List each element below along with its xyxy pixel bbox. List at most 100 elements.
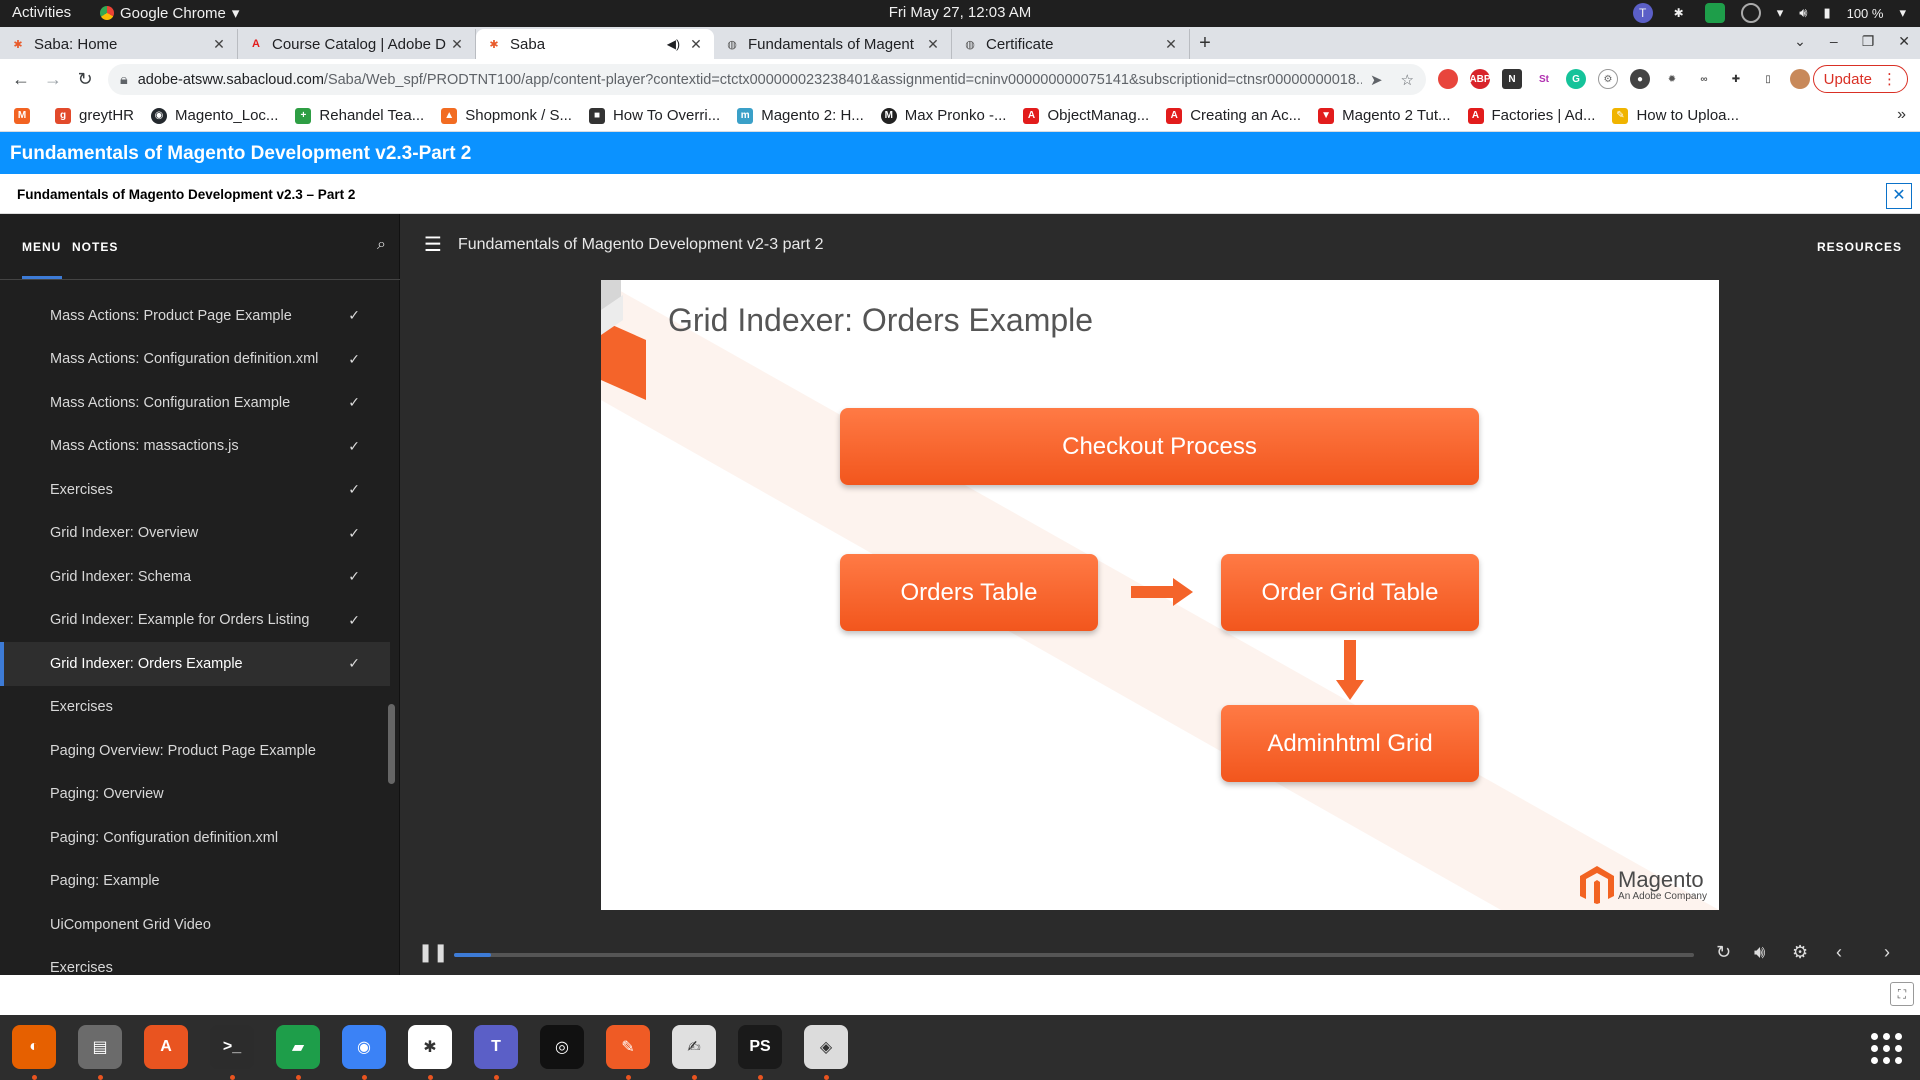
minimize-icon[interactable]: – [1830,33,1838,50]
clock[interactable]: Fri May 27, 12:03 AM [889,4,1032,21]
camera-dock-icon[interactable]: ◎ [540,1025,584,1069]
adblock-icon[interactable]: ABP [1469,69,1491,89]
tab-saba-home[interactable]: ✱ Saba: Home ✕ [0,29,238,59]
previous-slide-icon[interactable]: ‹ [1836,942,1842,963]
close-tab-icon[interactable]: ✕ [925,36,941,53]
forward-icon[interactable]: → [38,69,68,90]
bookmark-item[interactable]: ▼ Magento 2 Tut... [1318,107,1451,124]
show-applications-icon[interactable] [1871,1033,1902,1064]
close-player-button[interactable]: ✕ [1886,183,1912,209]
tab-course-catalog[interactable]: A Course Catalog | Adobe D ✕ [238,29,476,59]
extensions-puzzle-icon[interactable]: ✚ [1726,69,1746,89]
teams-dock-icon[interactable]: T [474,1025,518,1069]
extension-heart-icon[interactable] [1438,69,1458,89]
more-bookmarks-icon[interactable]: » [1897,106,1906,124]
pause-icon[interactable]: ❚❚ [418,942,448,963]
bookmark-item[interactable]: + Rehandel Tea... [295,107,424,124]
tab-certificate[interactable]: ◍ Certificate ✕ [952,29,1190,59]
text-editor-dock-icon[interactable]: ✍ [672,1025,716,1069]
address-bar[interactable]: 🔒︎ adobe-atsww.sabacloud.com/Saba/Web_sp… [108,64,1426,95]
lesson-item[interactable]: Grid Indexer: Example for Orders Listing… [0,599,390,643]
lesson-item[interactable]: Paging: Overview [0,773,390,817]
slack-tray-icon[interactable]: ✱ [1669,3,1689,23]
image-viewer-dock-icon[interactable]: ◈ [804,1025,848,1069]
slack-dock-icon[interactable]: ✱ [408,1025,452,1069]
tab-notes[interactable]: NOTES [72,240,118,254]
lesson-item[interactable]: Grid Indexer: Overview ✓ [0,512,390,556]
lesson-item[interactable]: Mass Actions: massactions.js ✓ [0,425,390,469]
search-icon[interactable]: ⌕ [377,236,386,254]
close-window-icon[interactable]: ✕ [1898,33,1910,50]
grammarly-icon[interactable]: G [1566,69,1586,89]
bookmark-item[interactable]: ■ How To Overri... [588,107,720,124]
phpstorm-dock-icon[interactable]: PS [738,1025,782,1069]
activities-button[interactable]: Activities [12,4,71,21]
firefox-dock-icon[interactable]: ◐ [12,1025,56,1069]
audio-playing-icon[interactable]: ◀) [667,37,680,51]
new-tab-button[interactable]: + [1190,29,1220,59]
app-menu[interactable]: Google Chrome ▾ [100,4,239,22]
lesson-item[interactable]: Paging: Configuration definition.xml [0,816,390,860]
bookmark-item[interactable]: A Creating an Ac... [1166,107,1301,124]
tab-search-icon[interactable]: ⌄ [1794,33,1806,50]
send-icon[interactable]: ➤ [1370,71,1383,89]
bookmark-item[interactable]: ◉ Magento_Loc... [151,107,278,124]
lesson-item[interactable]: Mass Actions: Configuration definition.x… [0,338,390,382]
terminal-dock-icon[interactable]: >_ [210,1025,254,1069]
software-dock-icon[interactable]: A [144,1025,188,1069]
update-button[interactable]: Update ⋮ [1812,65,1908,93]
restore-icon[interactable]: ❐ [1862,33,1875,50]
back-icon[interactable]: ← [6,69,36,90]
lesson-item[interactable]: Paging: Example [0,860,390,904]
lesson-item-active[interactable]: Grid Indexer: Orders Example ✓ [0,642,390,686]
extension-record-icon[interactable]: ● [1630,69,1650,89]
progress-bar[interactable] [454,953,1694,957]
teams-tray-icon[interactable]: T [1632,3,1653,23]
lesson-item[interactable]: Grid Indexer: Schema ✓ [0,555,390,599]
volume-icon[interactable]: 🔊︎ [1799,5,1807,21]
replay-icon[interactable]: ↻ [1716,942,1731,963]
close-tab-icon[interactable]: ✕ [1163,36,1179,53]
close-tab-icon[interactable]: ✕ [688,36,704,53]
system-tray[interactable]: T ✱ ▾ 🔊︎ ▮ 100 % ▾ [1632,3,1906,23]
close-tab-icon[interactable]: ✕ [449,36,465,53]
bookmark-item[interactable]: ✎ How to Uploa... [1612,107,1739,124]
lesson-item[interactable]: Mass Actions: Product Page Example ✓ [0,294,390,338]
bookmark-item[interactable]: m Magento 2: H... [737,107,864,124]
extension-settings-icon[interactable]: ✹ [1662,69,1682,89]
lesson-item[interactable]: Paging Overview: Product Page Example [0,729,390,773]
tab-menu[interactable]: MENU [22,240,61,254]
settings-gear-icon[interactable]: ⚙ [1792,942,1808,963]
reload-icon[interactable]: ↻ [70,69,100,90]
lesson-item[interactable]: Exercises [0,686,390,730]
bookmark-item[interactable]: A ObjectManag... [1023,107,1149,124]
fullscreen-icon[interactable]: ⛶ [1890,982,1914,1006]
bookmark-item[interactable]: M Max Pronko -... [880,107,1006,124]
files-dock-icon[interactable]: ▤ [78,1025,122,1069]
battery-icon[interactable]: ▮ [1823,5,1830,21]
bookmark-magento[interactable]: M [14,107,38,124]
close-tab-icon[interactable]: ✕ [211,36,227,53]
chat-dock-icon[interactable]: ▰ [276,1025,320,1069]
lock-icon[interactable]: 🔒︎ [120,72,128,88]
bookmark-item[interactable]: g greytHR [55,107,134,124]
side-panel-icon[interactable]: ▯ [1758,69,1778,89]
st-extension-icon[interactable]: St [1534,69,1554,89]
volume-icon[interactable]: 🔊︎ [1754,942,1765,963]
bookmark-item[interactable]: ▲ Shopmonk / S... [441,107,572,124]
lesson-item[interactable]: Exercises ✓ [0,468,390,512]
bookmark-item[interactable]: A Factories | Ad... [1467,107,1595,124]
sidebar-scrollbar[interactable] [388,704,395,784]
vpn-tray-icon[interactable] [1740,3,1761,23]
chat-tray-icon[interactable] [1704,3,1725,23]
lesson-item[interactable]: Mass Actions: Configuration Example ✓ [0,381,390,425]
resources-button[interactable]: RESOURCES [1817,240,1902,254]
wifi-icon[interactable]: ▾ [1777,5,1784,21]
postman-dock-icon[interactable]: ✎ [606,1025,650,1069]
lesson-item[interactable]: Exercises [0,947,390,975]
extension-link-icon[interactable]: ∞ [1694,69,1714,89]
profile-avatar[interactable] [1790,69,1810,89]
extension-gear-icon[interactable]: ⚙ [1598,69,1618,89]
tab-fundamentals[interactable]: ◍ Fundamentals of Magent ✕ [714,29,952,59]
news-extension-icon[interactable]: N [1502,69,1522,89]
